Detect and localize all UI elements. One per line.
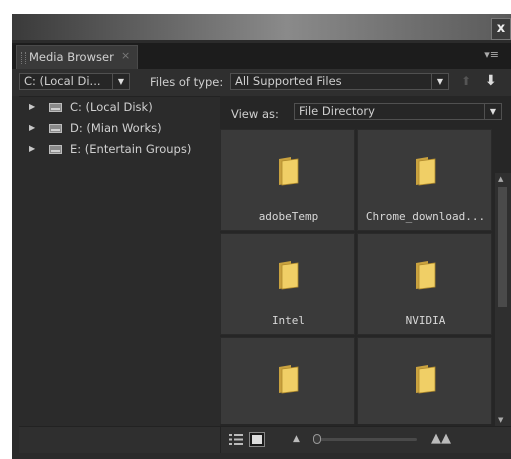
close-window-button[interactable]: x bbox=[491, 18, 511, 40]
drag-grip-icon[interactable] bbox=[21, 52, 26, 64]
drive-tree-pane: ▶ C: (Local Disk) ▶ D: (Mian Works) ▶ E:… bbox=[19, 96, 220, 427]
chevron-down-icon: ▼ bbox=[484, 104, 501, 119]
navigate-down-icon[interactable]: ⬇ bbox=[485, 73, 497, 89]
drive-select[interactable]: C: (Local Di... ▼ bbox=[19, 73, 130, 90]
tree-item-c-drive[interactable]: ▶ C: (Local Disk) bbox=[19, 100, 219, 118]
grid-item-label: NVIDIA bbox=[405, 314, 446, 327]
grid-item-nvidia[interactable]: NVIDIA bbox=[357, 233, 492, 335]
bottom-toolbar: ▲ ▲▲ bbox=[19, 426, 511, 453]
grid-item-label: Chrome_download... bbox=[365, 210, 486, 223]
view-as-label: View as: bbox=[231, 107, 279, 121]
grid-item-chrome-downloads[interactable]: Chrome_download... bbox=[357, 129, 492, 231]
tab-label: Media Browser bbox=[29, 50, 114, 64]
grid-item-folder[interactable] bbox=[357, 337, 492, 424]
files-of-type-select[interactable]: All Supported Files ▼ bbox=[230, 73, 449, 90]
files-of-type-label: Files of type: bbox=[150, 75, 224, 89]
drive-select-value: C: (Local Di... bbox=[24, 74, 101, 88]
folder-icon bbox=[416, 261, 436, 290]
chevron-down-icon: ▼ bbox=[431, 74, 448, 89]
scroll-thumb[interactable] bbox=[498, 187, 507, 307]
chevron-down-icon: ▼ bbox=[112, 74, 129, 89]
tab-media-browser[interactable]: Media Browser × bbox=[16, 45, 138, 69]
zoom-out-mountain-icon[interactable]: ▲ bbox=[293, 434, 300, 444]
scroll-up-icon[interactable]: ▲ bbox=[498, 175, 503, 183]
browser-toolbar: C: (Local Di... ▼ Files of type: All Sup… bbox=[12, 69, 511, 96]
grid-item-folder[interactable] bbox=[220, 337, 355, 424]
folder-icon bbox=[416, 365, 436, 394]
expand-triangle-icon[interactable]: ▶ bbox=[29, 123, 35, 132]
file-browser-pane: View as: File Directory ▼ adobeTemp Chro… bbox=[220, 96, 511, 426]
vertical-scrollbar[interactable]: ▲ ▼ bbox=[495, 173, 511, 426]
tree-item-e-drive[interactable]: ▶ E: (Entertain Groups) bbox=[19, 142, 219, 160]
media-browser-panel: Media Browser × ▾≡ C: (Local Di... ▼ Fil… bbox=[12, 40, 511, 459]
view-as-select[interactable]: File Directory ▼ bbox=[294, 103, 502, 120]
panel-tab-bar: Media Browser × ▾≡ bbox=[12, 43, 511, 69]
drive-icon bbox=[49, 124, 62, 133]
drive-icon bbox=[49, 145, 62, 154]
zoom-slider[interactable] bbox=[313, 434, 417, 444]
icon-view-icon[interactable] bbox=[249, 432, 265, 447]
folder-icon bbox=[279, 157, 299, 186]
tree-item-label: D: (Mian Works) bbox=[70, 121, 162, 135]
tab-close-icon[interactable]: × bbox=[121, 49, 130, 62]
file-grid: adobeTemp Chrome_download... Intel NVIDI… bbox=[220, 129, 494, 424]
expand-triangle-icon[interactable]: ▶ bbox=[29, 102, 35, 111]
grid-item-adobetemp[interactable]: adobeTemp bbox=[220, 129, 355, 231]
zoom-in-mountain-icon[interactable]: ▲▲ bbox=[431, 431, 451, 446]
expand-triangle-icon[interactable]: ▶ bbox=[29, 144, 35, 153]
folder-icon bbox=[279, 365, 299, 394]
divider bbox=[220, 427, 221, 453]
drive-icon bbox=[49, 103, 62, 112]
window-titlebar: x bbox=[12, 14, 511, 40]
files-of-type-value: All Supported Files bbox=[235, 74, 342, 88]
tree-item-label: C: (Local Disk) bbox=[70, 100, 153, 114]
tree-item-label: E: (Entertain Groups) bbox=[70, 142, 192, 156]
list-view-icon[interactable] bbox=[229, 434, 243, 445]
folder-icon bbox=[416, 157, 436, 186]
panel-menu-icon[interactable]: ▾≡ bbox=[484, 48, 499, 61]
grid-item-label: adobeTemp bbox=[258, 210, 319, 223]
navigate-up-icon[interactable]: ⬆ bbox=[461, 74, 471, 88]
scroll-down-icon[interactable]: ▼ bbox=[498, 416, 503, 424]
view-as-value: File Directory bbox=[299, 104, 375, 118]
folder-icon bbox=[279, 261, 299, 290]
tree-item-d-drive[interactable]: ▶ D: (Mian Works) bbox=[19, 121, 219, 139]
grid-item-intel[interactable]: Intel bbox=[220, 233, 355, 335]
grid-item-label: Intel bbox=[271, 314, 306, 327]
zoom-slider-handle[interactable] bbox=[313, 434, 321, 444]
